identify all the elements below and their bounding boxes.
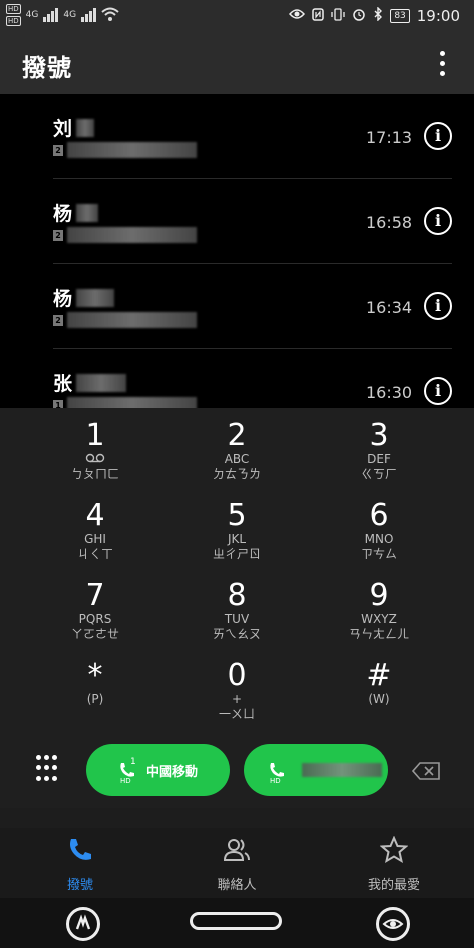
call-time: 17:13 <box>366 128 413 147</box>
backspace-icon[interactable] <box>411 762 440 784</box>
call-sim2-button[interactable]: HD <box>244 744 388 796</box>
vibrate-icon <box>331 7 345 25</box>
tab-favorites[interactable]: 我的最愛 <box>334 835 454 893</box>
net-type-1: 4G <box>25 10 39 20</box>
key-1[interactable]: 1 ㄅㄆㄇㄈ <box>16 408 174 488</box>
call-detail: 2 <box>53 227 197 243</box>
page-title: 撥號 <box>22 54 72 82</box>
call-time: 16:30 <box>366 383 413 402</box>
status-right: 83 19:00 <box>289 6 460 25</box>
key-9[interactable]: 9 WXYZ ㄢㄣㄤㄥㄦ <box>300 568 458 648</box>
info-icon[interactable]: i <box>424 292 452 320</box>
dial-actions: 1 HD 中國移動 HD <box>0 738 474 808</box>
dial-keypad: 1 ㄅㄆㄇㄈ 2 ABC ㄉㄊㄋㄌ 3 DEF ㄍㄎㄏ 4 GHI ㄐㄑㄒ 5 … <box>0 408 474 738</box>
sim-badge: 1 <box>53 399 63 408</box>
key-7[interactable]: 7 PQRS ㄚㄛㄜㄝ <box>16 568 174 648</box>
tab-contacts[interactable]: 聯絡人 <box>177 836 297 893</box>
bottom-tab-bar: 撥號 聯絡人 我的最愛 <box>0 828 474 898</box>
status-left: HD HD 4G 4G <box>6 4 119 26</box>
voicemail-icon <box>16 452 174 467</box>
tab-label: 聯絡人 <box>217 878 257 893</box>
call-detail: 1 <box>53 397 197 408</box>
call-detail: 2 <box>53 312 197 328</box>
contact-name: 杨 <box>53 199 99 226</box>
key-8[interactable]: 8 TUV ㄞㄟㄠㄡ <box>158 568 316 648</box>
sim1-carrier-label: 中國移動 <box>146 764 199 780</box>
sim-badge: 2 <box>53 229 63 241</box>
hd-tag-1: HD <box>6 4 21 14</box>
signal-1-icon <box>43 8 59 22</box>
phone-sim2-icon: HD <box>268 761 286 785</box>
key-3[interactable]: 3 DEF ㄍㄎㄏ <box>300 408 458 488</box>
key-6[interactable]: 6 MNO ㄗㄘㄙ <box>300 488 458 568</box>
system-nav-bar <box>0 898 474 948</box>
app-bar: 撥號 <box>0 34 474 94</box>
key-0[interactable]: 0 + 一ㄨㄩ <box>158 648 316 728</box>
home-gesture-bar[interactable] <box>190 912 282 930</box>
sim-badge: 2 <box>53 144 63 156</box>
phone-sim1-icon: 1 HD <box>120 757 136 785</box>
bluetooth-icon <box>373 6 383 25</box>
info-icon[interactable]: i <box>424 377 452 405</box>
contact-name: 杨 <box>53 284 115 311</box>
more-options-icon[interactable] <box>440 51 446 76</box>
status-bar: HD HD 4G 4G 83 19:00 <box>0 0 474 34</box>
assistant-icon[interactable] <box>66 907 100 941</box>
key-star[interactable]: * (P) <box>16 648 174 728</box>
contact-name: 刘 <box>53 114 95 141</box>
tab-dialer[interactable]: 撥號 <box>20 836 140 893</box>
call-time: 16:58 <box>366 213 413 232</box>
hide-keypad-icon[interactable] <box>36 755 58 783</box>
call-log-row[interactable]: 张 1 16:30 i <box>0 349 474 408</box>
info-icon[interactable]: i <box>424 207 452 235</box>
battery-level: 83 <box>390 9 410 23</box>
tab-label: 我的最愛 <box>367 878 420 893</box>
signal-2-icon <box>81 8 97 22</box>
nfc-icon <box>312 7 325 25</box>
wifi-icon <box>101 7 119 24</box>
key-2[interactable]: 2 ABC ㄉㄊㄋㄌ <box>158 408 316 488</box>
info-icon[interactable]: i <box>424 122 452 150</box>
call-log[interactable]: 刘 2 17:13 i 杨 2 16:58 i 杨 2 16:34 i 张 1 … <box>0 94 474 408</box>
key-hash[interactable]: # (W) <box>300 648 458 728</box>
phone-icon <box>66 839 94 868</box>
star-icon <box>379 835 409 868</box>
sim-badge: 2 <box>53 314 63 326</box>
call-log-row[interactable]: 杨 2 16:58 i <box>0 179 474 264</box>
call-log-row[interactable]: 刘 2 17:13 i <box>0 94 474 179</box>
key-5[interactable]: 5 JKL ㄓㄔㄕㄖ <box>158 488 316 568</box>
key-4[interactable]: 4 GHI ㄐㄑㄒ <box>16 488 174 568</box>
net-type-2: 4G <box>63 10 77 20</box>
hd-tag-2: HD <box>6 16 21 26</box>
call-sim1-button[interactable]: 1 HD 中國移動 <box>86 744 230 796</box>
call-detail: 2 <box>53 142 197 158</box>
eye-icon <box>289 8 306 24</box>
call-time: 16:34 <box>366 298 413 317</box>
contacts-icon <box>223 839 251 868</box>
call-log-row[interactable]: 杨 2 16:34 i <box>0 264 474 349</box>
clock: 19:00 <box>416 7 460 25</box>
alarm-icon <box>352 7 366 25</box>
tab-label: 撥號 <box>66 878 93 893</box>
contact-name: 张 <box>53 369 127 396</box>
lens-icon[interactable] <box>376 907 410 941</box>
